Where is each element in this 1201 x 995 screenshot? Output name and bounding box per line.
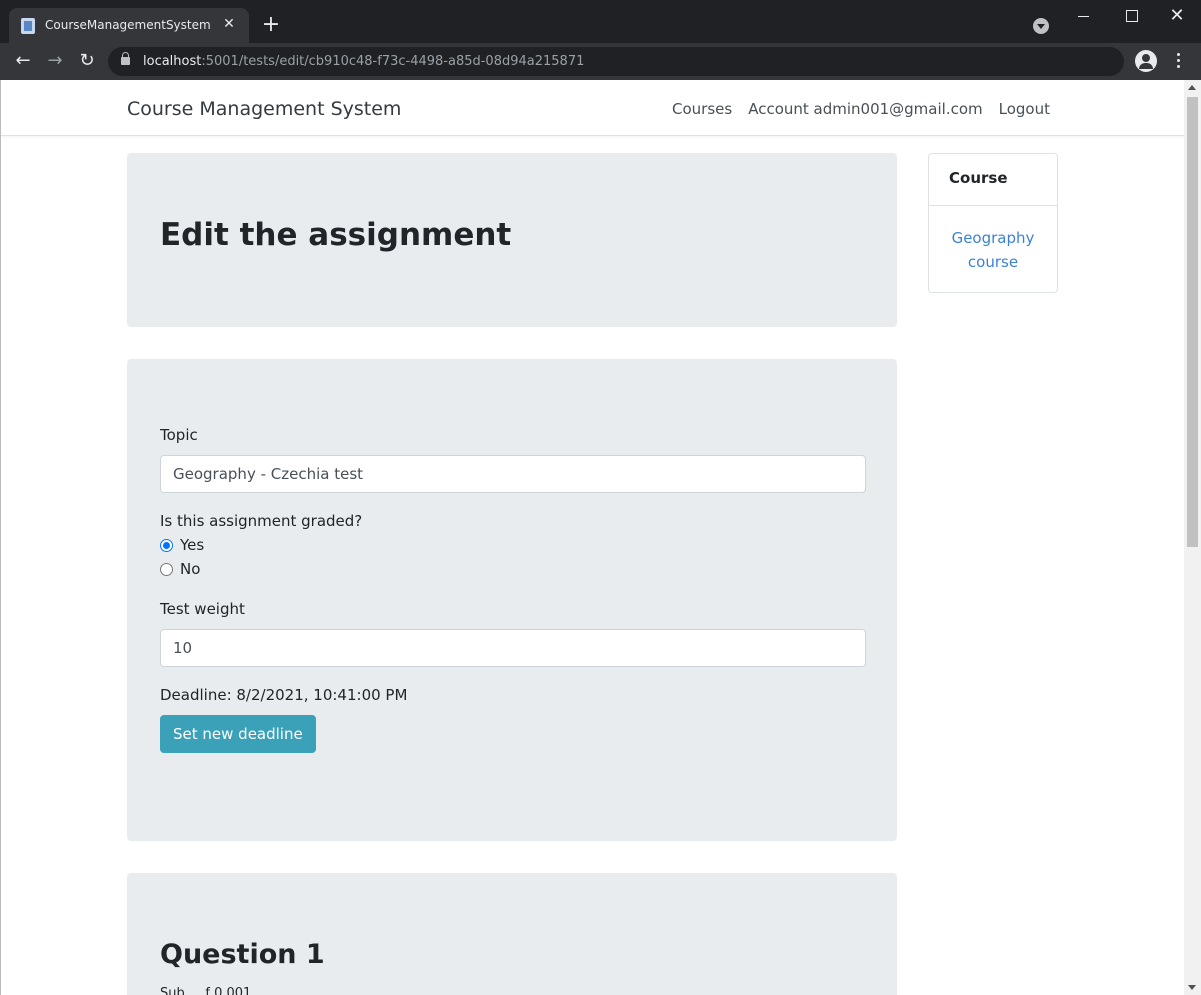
browser-tab-bar: CourseManagementSystem ✕ + ✕ (0, 0, 1201, 43)
minimize-window-icon[interactable] (1064, 6, 1104, 26)
back-arrow-icon[interactable]: ← (11, 49, 35, 73)
radio-yes[interactable] (160, 538, 173, 552)
radio-no-label: No (180, 560, 201, 578)
tab-title: CourseManagementSystem (45, 18, 211, 32)
page-viewport: Course Management System Courses Account… (0, 80, 1201, 995)
title-jumbotron: Edit the assignment (127, 153, 897, 327)
nav-links: Courses Account admin001@gmail.com Logou… (672, 100, 1050, 118)
question-subtitle: Sub ... f 0 001 (160, 986, 252, 995)
browser-toolbar: ← → ↻ localhost:5001/tests/edit/cb910c48… (0, 43, 1201, 80)
side-card-header: Course (929, 154, 1057, 206)
question-panel: Question 1 Sub ... f 0 001 (127, 873, 897, 995)
url-text: localhost:5001/tests/edit/cb910c48-f73c-… (143, 54, 585, 69)
scrollbar-thumb[interactable] (1187, 97, 1198, 547)
close-tab-icon[interactable]: ✕ (219, 14, 239, 34)
profile-avatar-icon[interactable] (1135, 50, 1157, 72)
maximize-window-icon[interactable] (1111, 6, 1151, 26)
nav-link-courses[interactable]: Courses (672, 100, 732, 118)
weight-label: Test weight (160, 600, 245, 618)
tab-search-icon[interactable] (1033, 18, 1049, 34)
lock-icon (121, 52, 130, 65)
page-title: Edit the assignment (160, 217, 512, 253)
course-link[interactable]: Geography course (929, 226, 1057, 274)
new-tab-icon[interactable]: + (259, 13, 283, 37)
topic-input[interactable]: Geography - Czechia test (160, 455, 866, 493)
scroll-down-icon[interactable] (1188, 985, 1196, 990)
side-card-title: Course (949, 169, 1008, 187)
address-bar[interactable]: localhost:5001/tests/edit/cb910c48-f73c-… (108, 47, 1124, 76)
browser-menu-icon[interactable] (1170, 50, 1186, 72)
close-window-icon[interactable]: ✕ (1157, 6, 1197, 26)
graded-option-yes[interactable]: Yes (160, 536, 204, 554)
page-scrollbar[interactable] (1184, 80, 1201, 995)
course-side-card: Course Geography course (928, 153, 1058, 293)
assignment-form: Topic Geography - Czechia test Is this a… (127, 359, 897, 841)
site-navbar: Course Management System Courses Account… (1, 80, 1185, 136)
page-favicon-icon (21, 18, 35, 34)
weight-input[interactable]: 10 (160, 629, 866, 667)
reload-icon[interactable]: ↻ (75, 49, 99, 73)
site-brand[interactable]: Course Management System (127, 98, 401, 120)
question-title: Question 1 (160, 939, 325, 970)
nav-link-logout[interactable]: Logout (999, 100, 1050, 118)
deadline-text: Deadline: 8/2/2021, 10:41:00 PM (160, 686, 408, 704)
forward-arrow-icon[interactable]: → (43, 49, 67, 73)
topic-label: Topic (160, 426, 198, 444)
scroll-up-icon[interactable] (1188, 85, 1196, 90)
nav-link-account[interactable]: Account admin001@gmail.com (748, 100, 982, 118)
radio-no[interactable] (160, 562, 173, 576)
radio-yes-label: Yes (180, 536, 205, 554)
graded-option-no[interactable]: No (160, 560, 200, 578)
graded-label: Is this assignment graded? (160, 512, 363, 530)
set-new-deadline-button[interactable]: Set new deadline (160, 715, 316, 753)
browser-tab[interactable]: CourseManagementSystem ✕ (9, 8, 249, 43)
